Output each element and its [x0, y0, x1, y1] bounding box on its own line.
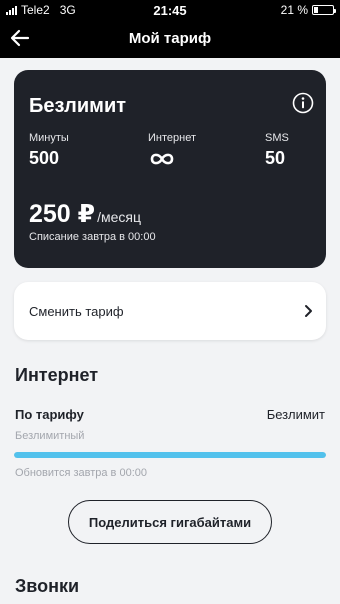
sms-value: 50: [265, 148, 286, 168]
price-unit: /месяц: [97, 209, 141, 225]
tariff-card: Безлимит Минуты 500 Интернет SMS 50 250 …: [14, 70, 326, 268]
infinity-icon: [150, 153, 174, 165]
page-title: Мой тариф: [128, 30, 212, 47]
change-tariff-button[interactable]: Сменить тариф: [14, 282, 326, 340]
internet-label: Интернет: [148, 132, 196, 144]
plan-value: Безлимит: [266, 407, 325, 422]
price: 250 ₽ /месяц: [29, 199, 141, 229]
top-bar: Tele2 3G 21:45 21 % Мой тариф: [0, 0, 340, 58]
sms-metric: SMS 50: [265, 132, 289, 170]
tariff-name: Безлимит: [29, 95, 127, 117]
share-gigabytes-button[interactable]: Поделиться гигабайтами: [68, 500, 272, 544]
charge-note: Списание завтра в 00:00: [29, 231, 156, 243]
usage-bar-fill: [14, 452, 326, 458]
calls-section-title: Звонки: [15, 576, 80, 596]
renew-note: Обновится завтра в 00:00: [15, 467, 147, 479]
minutes-value: 500: [29, 148, 60, 168]
plan-subtitle: Безлимитный: [15, 430, 85, 442]
battery-percent: 21 %: [280, 3, 308, 17]
status-bar: Tele2 3G 21:45 21 %: [0, 0, 340, 20]
internet-section-title: Интернет: [15, 365, 99, 385]
minutes-label: Минуты: [29, 132, 69, 144]
nav-bar: Мой тариф: [0, 20, 340, 58]
price-amount: 250 ₽: [29, 200, 96, 228]
info-icon[interactable]: [292, 92, 314, 114]
change-tariff-label: Сменить тариф: [29, 304, 124, 319]
internet-usage-bar: [14, 452, 326, 458]
chevron-right-icon: [305, 305, 312, 317]
battery-icon: [312, 5, 336, 15]
minutes-metric: Минуты 500: [29, 132, 69, 170]
internet-metric: Интернет: [148, 132, 196, 170]
status-right: 21 %: [280, 3, 336, 17]
plan-label: По тарифу: [15, 407, 84, 422]
sms-label: SMS: [265, 132, 289, 144]
